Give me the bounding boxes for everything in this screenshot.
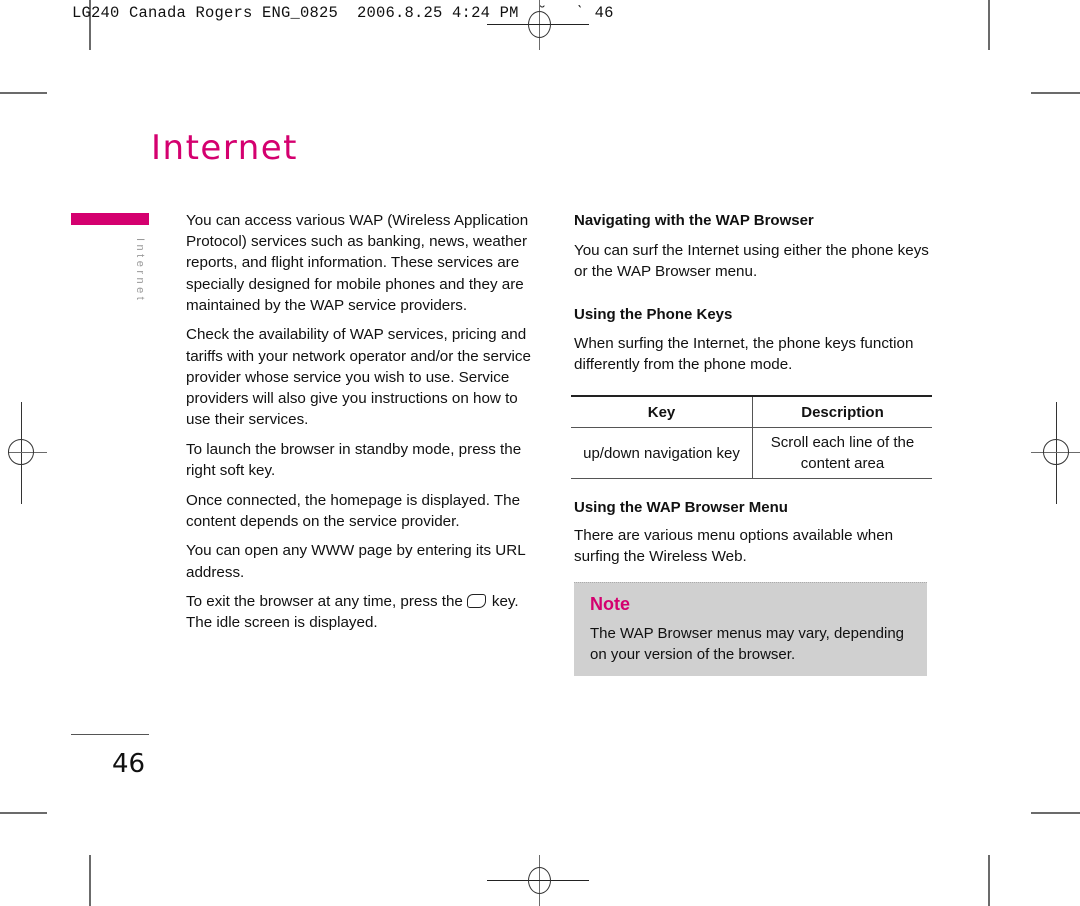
- end-key-icon: [466, 594, 486, 609]
- navigating-paragraph: You can surf the Internet using either t…: [574, 242, 929, 281]
- exit-text-before: To exit the browser at any time, press t…: [186, 593, 463, 611]
- table-header-row: Key Description: [571, 395, 932, 428]
- table-row: up/down navigation key Scroll each line …: [571, 427, 932, 479]
- table-cell-description: Scroll each line of the content area: [752, 427, 932, 479]
- phone-keys-paragraph: When surfing the Internet, the phone key…: [574, 334, 914, 373]
- connected-paragraph: Once connected, the homepage is displaye…: [186, 491, 521, 530]
- crop-mark-top-right-vertical: [988, 0, 990, 50]
- wap-menu-paragraph: There are various menu options available…: [574, 527, 894, 566]
- table-header-description: Description: [752, 395, 932, 428]
- note-box: Note The WAP Browser menus may vary, dep…: [574, 582, 927, 676]
- description-text: Scroll each line of the content area: [770, 434, 915, 472]
- right-column: Navigating with the WAP Browser You can …: [574, 210, 932, 384]
- note-title: Note: [590, 594, 630, 614]
- section-heading-phone-keys: Using the Phone Keys: [574, 305, 733, 323]
- note-text: The WAP Browser menus may vary, dependin…: [590, 625, 905, 663]
- section-tab-label: Internet: [134, 238, 146, 304]
- exit-paragraph: To exit the browser at any time, press t…: [186, 591, 538, 633]
- page-title: Internet: [151, 128, 299, 168]
- section-heading-wap-menu: Using the WAP Browser Menu: [574, 499, 788, 516]
- registration-mark-left-circle: [8, 439, 34, 465]
- table-header-key: Key: [571, 395, 753, 428]
- wap-menu-section: Using the WAP Browser Menu There are var…: [574, 497, 932, 567]
- section-tab-bar: [71, 213, 149, 225]
- left-column: You can access various WAP (Wireless App…: [186, 210, 538, 642]
- section-heading-navigating: Navigating with the WAP Browser: [574, 212, 814, 229]
- registration-mark-right-circle: [1043, 439, 1069, 465]
- crop-mark-bottom-right-horizontal: [1031, 812, 1080, 814]
- intro-paragraph: You can access various WAP (Wireless App…: [186, 212, 529, 314]
- print-header: LG240 Canada Rogers ENG_0825 2006.8.25 4…: [72, 4, 614, 22]
- crop-mark-bottom-left-horizontal: [0, 812, 47, 814]
- url-paragraph: You can open any WWW page by entering it…: [186, 542, 526, 581]
- table-cell-key: up/down navigation key: [571, 427, 753, 479]
- crop-mark-bottom-right-vertical: [988, 855, 990, 906]
- registration-mark-bottom-circle: [528, 867, 551, 894]
- launch-paragraph: To launch the browser in standby mode, p…: [186, 440, 522, 480]
- page-number-rule: [71, 734, 149, 735]
- availability-paragraph: Check the availability of WAP services, …: [186, 326, 531, 429]
- crop-mark-bottom-left-vertical: [89, 855, 91, 906]
- crop-mark-top-right-horizontal: [1031, 92, 1080, 94]
- page-number: 46: [112, 749, 146, 779]
- crop-mark-top-left-horizontal: [0, 92, 47, 94]
- key-description-table: Key Description up/down navigation key S…: [571, 395, 932, 479]
